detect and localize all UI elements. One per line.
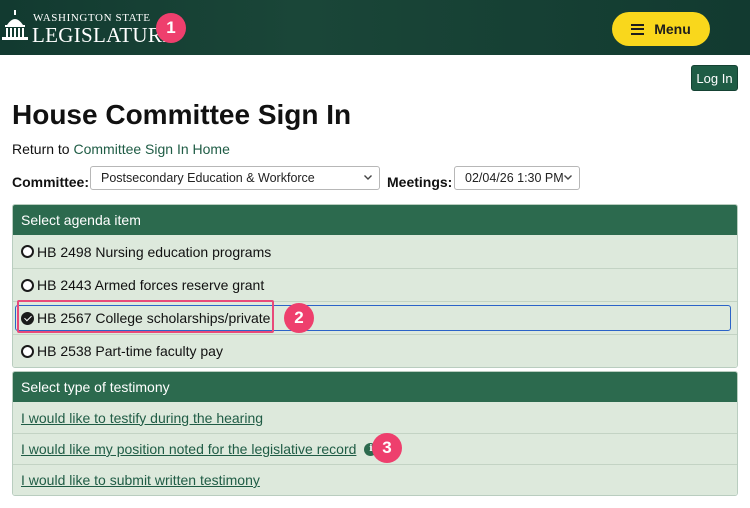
- testimony-panel: Select type of testimony I would like to…: [12, 371, 738, 496]
- agenda-item-label: HB 2443 Armed forces reserve grant: [37, 277, 265, 293]
- capitol-dome-icon: [2, 10, 28, 40]
- committee-sign-in-home-link[interactable]: Committee Sign In Home: [73, 141, 229, 157]
- chevron-down-icon: [364, 175, 372, 180]
- return-line: Return to Committee Sign In Home: [12, 141, 230, 157]
- meetings-select-value: 02/04/26 1:30 PM: [465, 171, 564, 185]
- annotation-badge-1: 1: [156, 13, 186, 43]
- annotation-badge-2: 2: [284, 303, 314, 333]
- agenda-panel: Select agenda item HB 2498 Nursing educa…: [12, 204, 738, 368]
- testimony-option: I would like to submit written testimony: [13, 464, 737, 495]
- committee-select-value: Postsecondary Education & Workforce: [101, 171, 315, 185]
- hamburger-icon: [631, 23, 645, 35]
- agenda-item[interactable]: HB 2538 Part-time faculty pay: [13, 334, 737, 367]
- submit-written-testimony-link[interactable]: I would like to submit written testimony: [21, 472, 260, 488]
- menu-button[interactable]: Menu: [612, 12, 710, 46]
- login-button[interactable]: Log In: [691, 65, 738, 91]
- menu-button-label: Menu: [654, 21, 691, 37]
- return-prefix: Return to: [12, 141, 70, 157]
- testify-during-hearing-link[interactable]: I would like to testify during the heari…: [21, 410, 263, 426]
- annotation-highlight-box: [17, 300, 274, 333]
- radio-button[interactable]: [21, 344, 34, 358]
- radio-button[interactable]: [21, 245, 34, 258]
- agenda-item[interactable]: HB 2443 Armed forces reserve grant: [13, 268, 737, 301]
- testimony-panel-heading: Select type of testimony: [13, 372, 737, 402]
- position-noted-link[interactable]: I would like my position noted for the l…: [21, 441, 356, 457]
- annotation-badge-3: 3: [372, 433, 402, 463]
- page-title: House Committee Sign In: [12, 99, 352, 130]
- agenda-item[interactable]: HB 2498 Nursing education programs: [13, 235, 737, 268]
- testimony-option: I would like to testify during the heari…: [13, 402, 737, 433]
- legislature-logo[interactable]: WASHINGTON STATE LEGISLATURE: [0, 6, 175, 50]
- radio-button[interactable]: [21, 278, 34, 292]
- agenda-item-label: HB 2498 Nursing education programs: [37, 243, 272, 260]
- agenda-panel-heading: Select agenda item: [13, 205, 737, 235]
- chevron-down-icon: [564, 175, 572, 180]
- meetings-select[interactable]: 02/04/26 1:30 PM: [454, 166, 580, 190]
- logo-text-bottom: LEGISLATURE: [32, 23, 176, 47]
- site-header: WASHINGTON STATE LEGISLATURE 1 Menu: [0, 0, 750, 55]
- agenda-item-label: HB 2538 Part-time faculty pay: [37, 343, 223, 359]
- committee-label: Committee:: [12, 174, 90, 190]
- meetings-label: Meetings:: [387, 174, 453, 190]
- committee-select[interactable]: Postsecondary Education & Workforce: [90, 166, 380, 190]
